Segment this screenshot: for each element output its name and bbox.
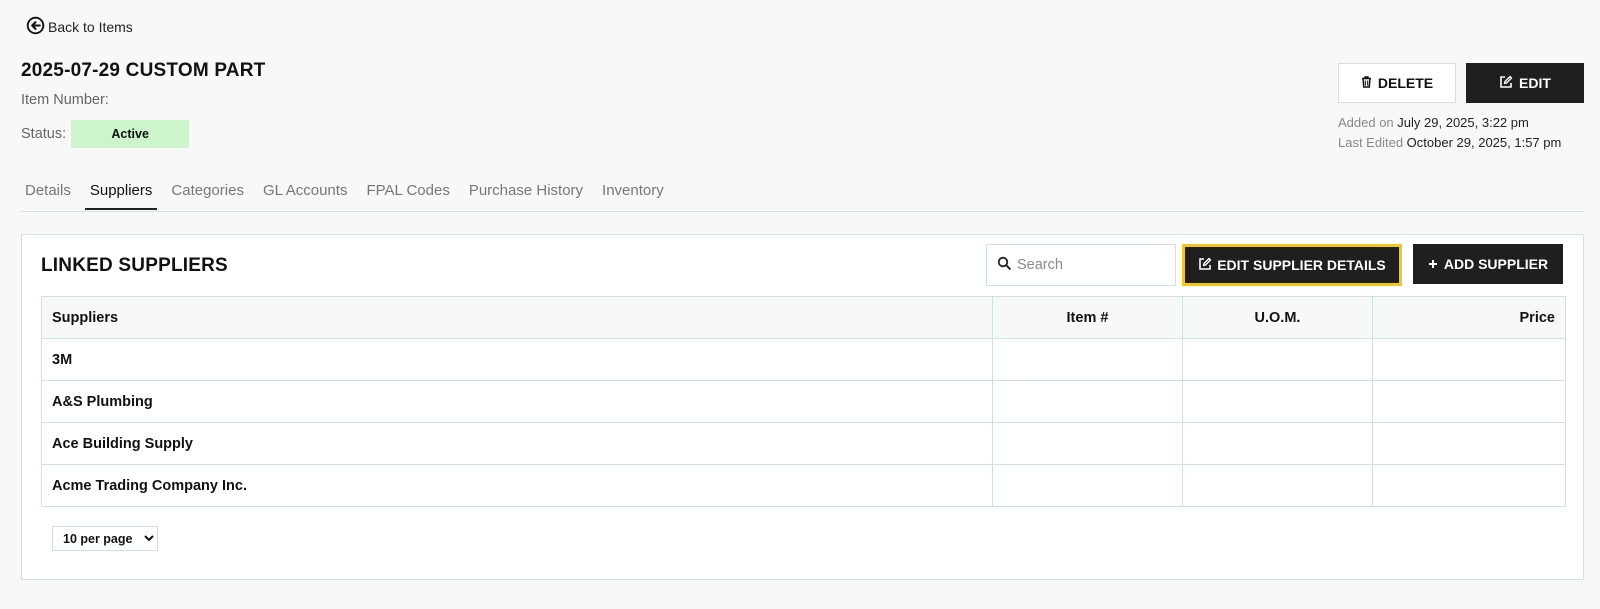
back-link-label: Back to Items bbox=[48, 19, 133, 35]
tab-purchase-history[interactable]: Purchase History bbox=[464, 172, 588, 210]
per-page-select[interactable]: 10 per page bbox=[52, 526, 158, 551]
supplier-item-number bbox=[992, 464, 1183, 507]
delete-button[interactable]: DELETE bbox=[1338, 63, 1456, 103]
supplier-name: Acme Trading Company Inc. bbox=[41, 464, 993, 507]
status-row: Status: Active bbox=[21, 120, 190, 148]
column-header-item-number[interactable]: Item # bbox=[992, 296, 1183, 339]
edit-supplier-details-button[interactable]: EDIT SUPPLIER DETAILS bbox=[1182, 244, 1402, 286]
added-on-line: Added on July 29, 2025, 3:22 pm bbox=[1338, 115, 1529, 130]
added-on-value: July 29, 2025, 3:22 pm bbox=[1397, 115, 1529, 130]
tab-suppliers[interactable]: Suppliers bbox=[84, 172, 158, 210]
last-edited-value: October 29, 2025, 1:57 pm bbox=[1406, 135, 1562, 150]
column-header-suppliers[interactable]: Suppliers bbox=[41, 296, 993, 339]
trash-icon bbox=[1361, 75, 1372, 91]
supplier-name: 3M bbox=[41, 338, 993, 381]
tab-inventory[interactable]: Inventory bbox=[597, 172, 669, 210]
item-meta: Added on July 29, 2025, 3:22 pm Last Edi… bbox=[1338, 113, 1561, 153]
supplier-price bbox=[1372, 380, 1566, 423]
column-header-price[interactable]: Price bbox=[1372, 296, 1566, 339]
status-label: Status: bbox=[21, 126, 67, 142]
item-tabs: Details Suppliers Categories GL Accounts… bbox=[21, 172, 1584, 212]
supplier-uom bbox=[1182, 380, 1373, 423]
supplier-item-number bbox=[992, 422, 1183, 465]
add-supplier-button[interactable]: ADD SUPPLIER bbox=[1413, 244, 1563, 284]
supplier-name: Ace Building Supply bbox=[41, 422, 993, 465]
supplier-uom bbox=[1182, 422, 1373, 465]
arrow-circle-left-icon bbox=[26, 16, 45, 38]
tab-details[interactable]: Details bbox=[21, 172, 76, 210]
suppliers-table: Suppliers Item # U.O.M. Price 3M A&S Plu… bbox=[41, 296, 1566, 507]
search-icon bbox=[997, 256, 1011, 275]
search-box bbox=[986, 244, 1176, 286]
delete-label: DELETE bbox=[1377, 75, 1434, 91]
column-header-uom[interactable]: U.O.M. bbox=[1182, 296, 1373, 339]
plus-icon bbox=[1428, 256, 1438, 272]
add-supplier-label: ADD SUPPLIER bbox=[1443, 256, 1549, 272]
supplier-price bbox=[1372, 338, 1566, 381]
supplier-item-number bbox=[992, 380, 1183, 423]
supplier-price bbox=[1372, 422, 1566, 465]
tab-categories[interactable]: Categories bbox=[166, 172, 249, 210]
page-title: 2025-07-29 CUSTOM PART bbox=[21, 60, 266, 81]
panel-title: LINKED SUPPLIERS bbox=[41, 255, 228, 276]
edit-button[interactable]: EDIT bbox=[1466, 63, 1584, 103]
supplier-uom bbox=[1182, 464, 1373, 507]
back-to-items-link[interactable]: Back to Items bbox=[26, 16, 133, 38]
search-input[interactable] bbox=[1017, 257, 1167, 273]
linked-suppliers-panel: LINKED SUPPLIERS EDIT SUPPLIER DETAILS A… bbox=[21, 234, 1584, 580]
table-row[interactable]: Acme Trading Company Inc. bbox=[41, 464, 1566, 507]
pencil-square-icon bbox=[1198, 257, 1212, 274]
table-row[interactable]: Ace Building Supply bbox=[41, 422, 1566, 465]
tab-gl-accounts[interactable]: GL Accounts bbox=[258, 172, 353, 210]
last-edited-line: Last Edited October 29, 2025, 1:57 pm bbox=[1338, 135, 1562, 150]
edit-label: EDIT bbox=[1519, 75, 1551, 91]
edit-supplier-details-label: EDIT SUPPLIER DETAILS bbox=[1217, 257, 1386, 273]
item-number-label: Item Number: bbox=[21, 92, 109, 108]
tab-fpal-codes[interactable]: FPAL Codes bbox=[361, 172, 454, 210]
table-row[interactable]: A&S Plumbing bbox=[41, 380, 1566, 423]
supplier-item-number bbox=[992, 338, 1183, 381]
table-header-row: Suppliers Item # U.O.M. Price bbox=[41, 296, 1566, 339]
pencil-square-icon bbox=[1499, 75, 1513, 92]
supplier-price bbox=[1372, 464, 1566, 507]
supplier-uom bbox=[1182, 338, 1373, 381]
supplier-name: A&S Plumbing bbox=[41, 380, 993, 423]
table-row[interactable]: 3M bbox=[41, 338, 1566, 381]
status-badge: Active bbox=[71, 120, 190, 148]
